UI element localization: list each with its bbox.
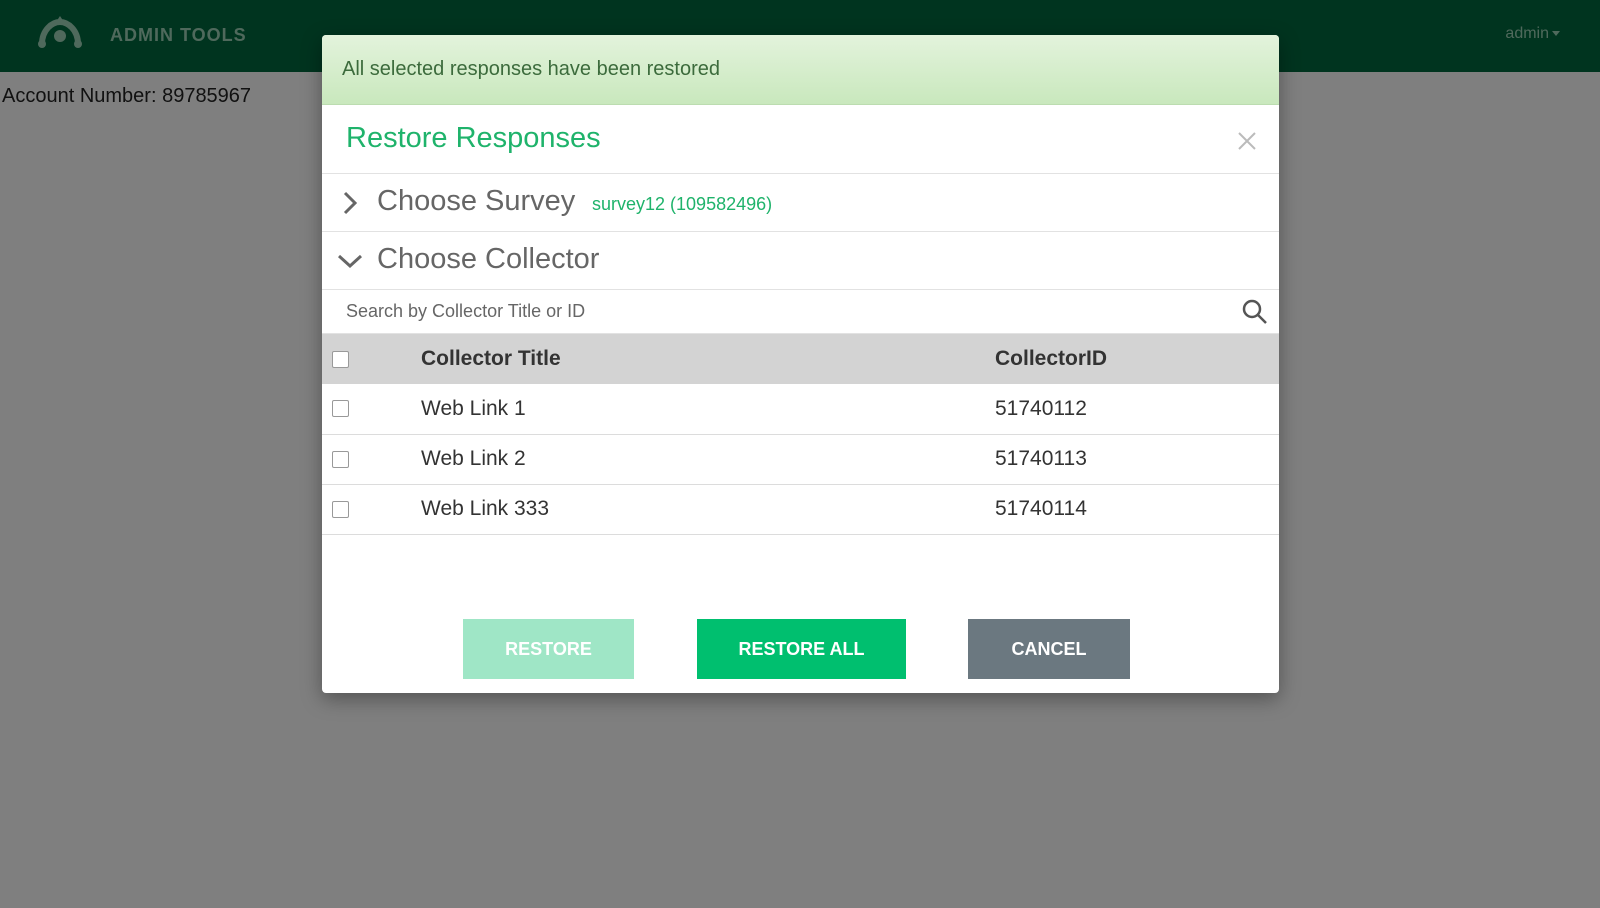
modal-header: Restore Responses xyxy=(322,105,1279,174)
table-header-row: Collector Title CollectorID xyxy=(322,334,1279,384)
choose-survey-section[interactable]: Choose Survey survey12 (109582496) xyxy=(322,174,1279,232)
row-checkbox[interactable] xyxy=(332,400,349,418)
collector-title: Web Link 2 xyxy=(421,447,526,470)
collector-search xyxy=(322,290,1279,334)
restore-all-button[interactable]: RESTORE ALL xyxy=(697,619,906,679)
collector-id: 51740114 xyxy=(995,497,1087,520)
row-checkbox[interactable] xyxy=(332,450,349,468)
modal-title: Restore Responses xyxy=(346,122,601,154)
restore-responses-modal: All selected responses have been restore… xyxy=(322,35,1279,693)
collector-title: Web Link 333 xyxy=(421,497,550,520)
selected-survey: survey12 (109582496) xyxy=(592,194,773,214)
search-icon[interactable] xyxy=(1241,298,1269,326)
select-all-checkbox[interactable] xyxy=(332,350,349,368)
collector-id: 51740112 xyxy=(995,396,1087,420)
collector-id: 51740113 xyxy=(995,447,1087,470)
row-checkbox[interactable] xyxy=(332,500,349,518)
choose-survey-label: Choose Survey xyxy=(377,185,576,217)
table-row: Web Link 1 51740112 xyxy=(322,384,1279,434)
column-header-title: Collector Title xyxy=(421,347,561,370)
cancel-button[interactable]: CANCEL xyxy=(968,619,1130,679)
column-header-id: CollectorID xyxy=(995,347,1108,370)
restore-button[interactable]: RESTORE xyxy=(463,619,634,679)
table-row: Web Link 2 51740113 xyxy=(322,434,1279,484)
choose-collector-section[interactable]: Choose Collector xyxy=(322,232,1279,290)
collector-table: Collector Title CollectorID Web Link 1 5… xyxy=(322,334,1279,535)
collector-search-input[interactable] xyxy=(322,290,1226,333)
chevron-right-icon xyxy=(343,191,358,215)
collector-title: Web Link 1 xyxy=(421,396,526,420)
table-row: Web Link 333 51740114 xyxy=(322,484,1279,534)
chevron-down-icon xyxy=(338,254,362,269)
success-alert: All selected responses have been restore… xyxy=(322,35,1279,105)
close-icon[interactable] xyxy=(1235,129,1259,153)
choose-collector-label: Choose Collector xyxy=(377,243,600,275)
